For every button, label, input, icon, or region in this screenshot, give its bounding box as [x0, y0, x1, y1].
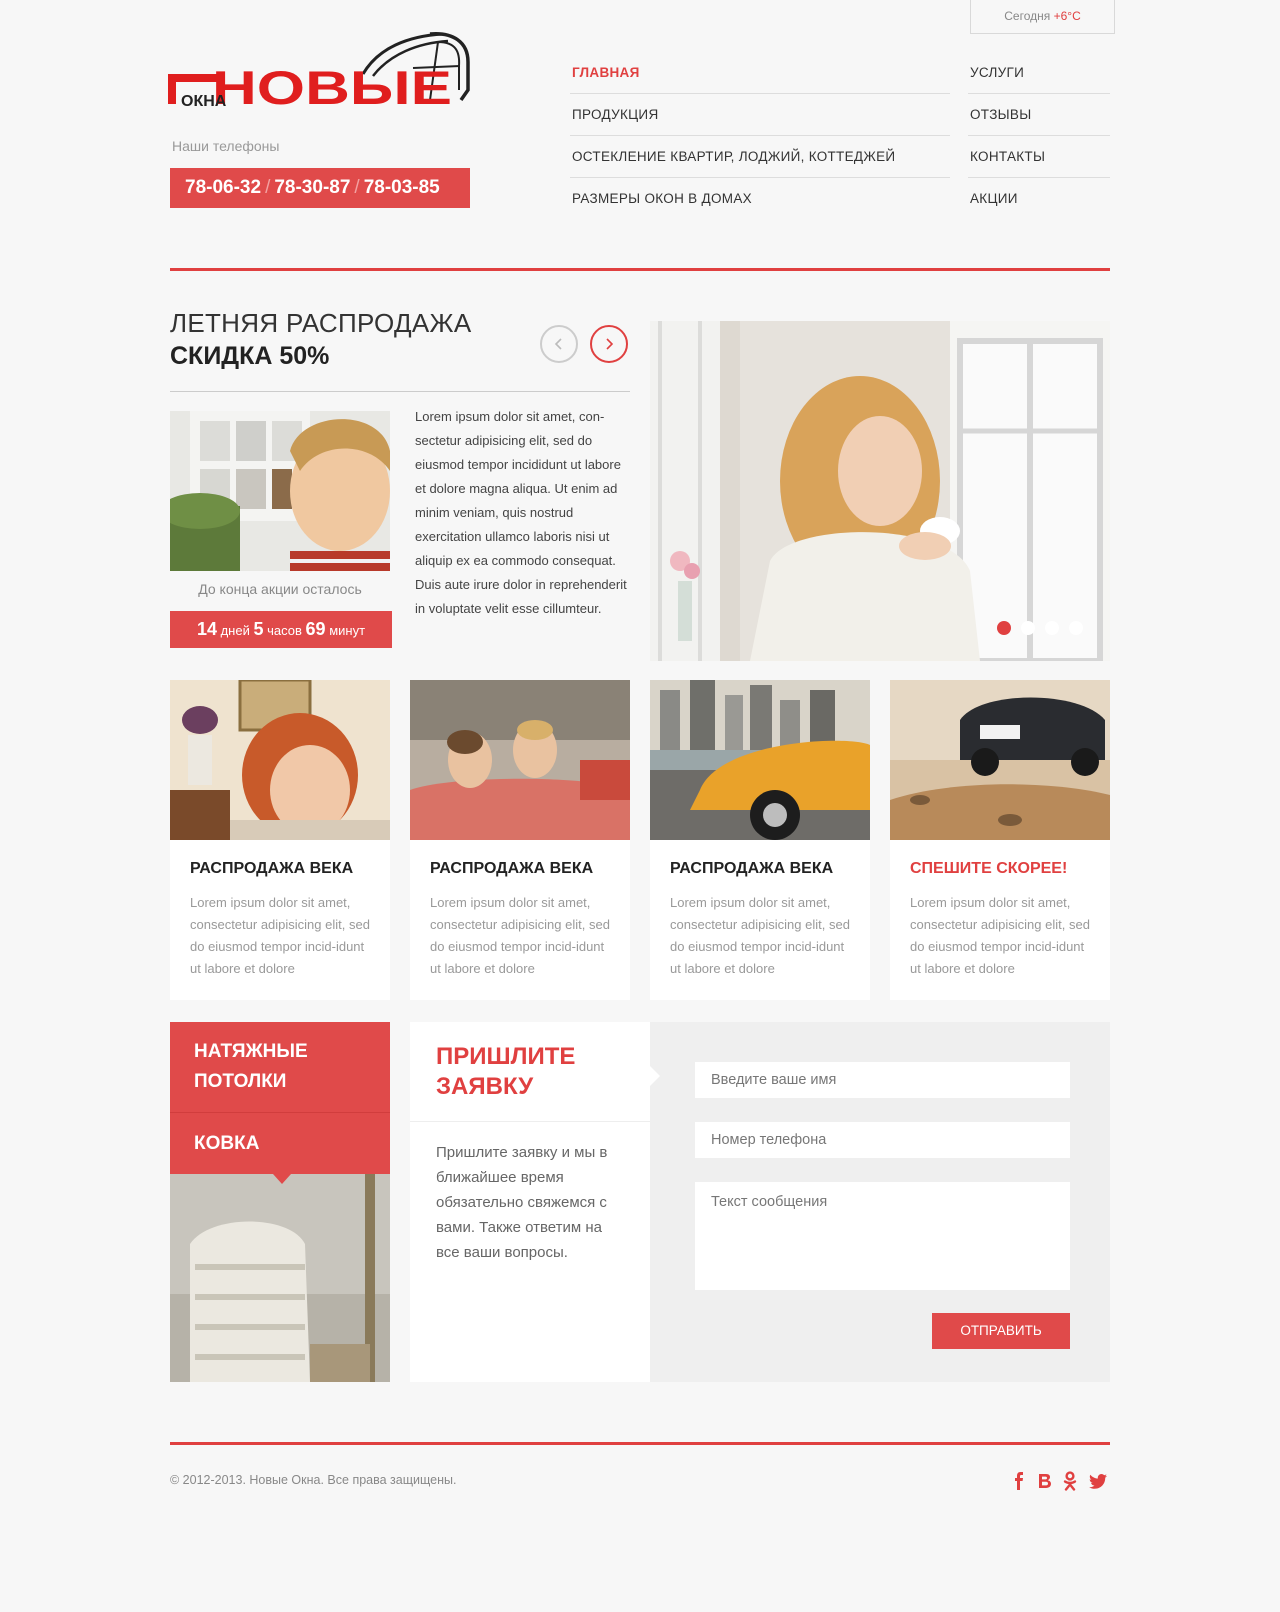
nav-item-window-sizes[interactable]: РАЗМЕРЫ ОКОН В ДОМАХ — [570, 178, 950, 220]
phones-box: 78-06-32/78-30-87/78-03-85 — [170, 168, 470, 208]
request-box: ПРИШЛИТЕ ЗАЯВКУ Пришлите заявку и мы в б… — [410, 1022, 650, 1382]
promo-subtitle: СКИДКА 50% — [170, 342, 330, 370]
logo[interactable]: НОВЫЕ ОКНА — [168, 28, 480, 114]
promo-next-button[interactable] — [590, 325, 628, 363]
nav-item-glazing[interactable]: ОСТЕКЛЕНИЕ КВАРТИР, ЛОДЖИЙ, КОТТЕДЖЕЙ — [570, 136, 950, 178]
request-text: Пришлите заявку и мы в ближайшее время о… — [436, 1144, 608, 1261]
weather-label: Сегодня — [1004, 9, 1051, 23]
vkontakte-icon[interactable] — [1034, 1470, 1056, 1492]
name-input[interactable] — [695, 1062, 1070, 1098]
header-divider — [170, 268, 1110, 271]
chevron-left-icon — [554, 338, 562, 350]
footer-copyright: © 2012-2013. Новые Окна. Все права защищ… — [170, 1473, 457, 1487]
card-text: Lorem ipsum dolor sit amet, consectetur … — [670, 895, 850, 976]
slider-dot-1[interactable] — [997, 621, 1011, 635]
odnoklassniki-icon[interactable] — [1059, 1470, 1081, 1492]
chevron-right-icon — [606, 338, 614, 350]
promo-card[interactable]: РАСПРОДАЖА ВЕКА Lorem ipsum dolor sit am… — [410, 680, 630, 1000]
promo-image — [170, 411, 390, 571]
card-image — [410, 680, 630, 840]
side-menu-item-label: КОВКА — [194, 1132, 260, 1154]
weather-widget: Сегодня +6°C — [970, 0, 1115, 34]
phone-number-2[interactable]: 78-30-87 — [274, 177, 350, 198]
countdown-minutes-label: минут — [329, 623, 366, 638]
countdown-minutes: 69 — [305, 619, 326, 639]
side-menu-image — [170, 1174, 390, 1382]
form-notch — [650, 1066, 660, 1086]
slider-dot-3[interactable] — [1045, 621, 1059, 635]
weather-temp: +6°C — [1053, 9, 1081, 23]
twitter-icon[interactable] — [1087, 1470, 1109, 1492]
countdown-hours: 5 — [253, 619, 264, 639]
request-divider — [410, 1121, 650, 1122]
card-title: РАСПРОДАЖА ВЕКА — [430, 860, 594, 877]
facebook-icon[interactable] — [1008, 1470, 1030, 1492]
message-textarea[interactable] — [695, 1182, 1070, 1290]
nav-item-services[interactable]: УСЛУГИ — [968, 52, 1110, 94]
nav-item-reviews[interactable]: ОТЗЫВЫ — [968, 94, 1110, 136]
card-text: Lorem ipsum dolor sit amet, consectetur … — [430, 895, 610, 976]
submit-button[interactable]: ОТПРАВИТЬ — [932, 1313, 1070, 1349]
nav-item-products[interactable]: ПРОДУКЦИЯ — [570, 94, 950, 136]
phones-label: Наши телефоны — [172, 138, 280, 154]
countdown-days: 14 — [196, 619, 217, 639]
phone-number-1[interactable]: 78-06-32 — [185, 177, 261, 198]
card-title: РАСПРОДАЖА ВЕКА — [670, 860, 834, 877]
card-title: РАСПРОДАЖА ВЕКА — [190, 860, 354, 877]
nav-item-home[interactable]: ГЛАВНАЯ — [570, 52, 950, 94]
promo-card[interactable]: РАСПРОДАЖА ВЕКА Lorem ipsum dolor sit am… — [650, 680, 870, 1000]
promo-title: ЛЕТНЯЯ РАСПРОДАЖА — [170, 308, 472, 338]
request-title: ПРИШЛИТЕ ЗАЯВКУ — [436, 1043, 576, 1100]
hero-slider-image — [650, 321, 1110, 661]
nav-item-promotions[interactable]: АКЦИИ — [968, 178, 1110, 220]
side-menu-item-label: НАТЯЖНЫЕ ПОТОЛКИ — [194, 1041, 308, 1092]
card-image — [890, 680, 1110, 840]
promo-card[interactable]: СПЕШИТЕ СКОРЕЕ! Lorem ipsum dolor sit am… — [890, 680, 1110, 1000]
countdown-timer: 14 дней 5 часов 69 минут — [170, 611, 392, 648]
logo-subword: ОКНА — [181, 93, 227, 110]
promo-card[interactable]: РАСПРОДАЖА ВЕКА Lorem ipsum dolor sit am… — [170, 680, 390, 1000]
phone-number-3[interactable]: 78-03-85 — [364, 177, 440, 198]
card-image — [170, 680, 390, 840]
logo-wordmark: НОВЫЕ — [212, 61, 452, 110]
card-image — [650, 680, 870, 840]
phone-separator: / — [354, 177, 360, 198]
card-title: СПЕШИТЕ СКОРЕЕ! — [910, 860, 1068, 877]
card-text: Lorem ipsum dolor sit amet, consectetur … — [190, 895, 370, 976]
side-menu-item-forging[interactable]: КОВКА — [170, 1113, 390, 1174]
footer-divider — [170, 1442, 1110, 1445]
countdown-label: До конца акции осталось — [198, 581, 362, 597]
phone-input[interactable] — [695, 1122, 1070, 1158]
nav-item-contacts[interactable]: КОНТАКТЫ — [968, 136, 1110, 178]
countdown-hours-label: часов — [267, 623, 302, 638]
request-form: ОТПРАВИТЬ — [650, 1022, 1110, 1382]
side-menu-item-ceilings[interactable]: НАТЯЖНЫЕ ПОТОЛКИ — [170, 1022, 390, 1113]
slider-dot-2[interactable] — [1021, 621, 1035, 635]
promo-description: Lorem ipsum dolor sit amet, con-sectetur… — [415, 409, 627, 616]
promo-divider — [170, 391, 630, 392]
slider-dot-4[interactable] — [1069, 621, 1083, 635]
promo-prev-button[interactable] — [540, 325, 578, 363]
side-menu-caret — [273, 1174, 291, 1184]
countdown-days-label: дней — [220, 623, 250, 638]
side-menu: НАТЯЖНЫЕ ПОТОЛКИ КОВКА — [170, 1022, 390, 1174]
card-text: Lorem ipsum dolor sit amet, consectetur … — [910, 895, 1090, 976]
phone-separator: / — [265, 177, 271, 198]
